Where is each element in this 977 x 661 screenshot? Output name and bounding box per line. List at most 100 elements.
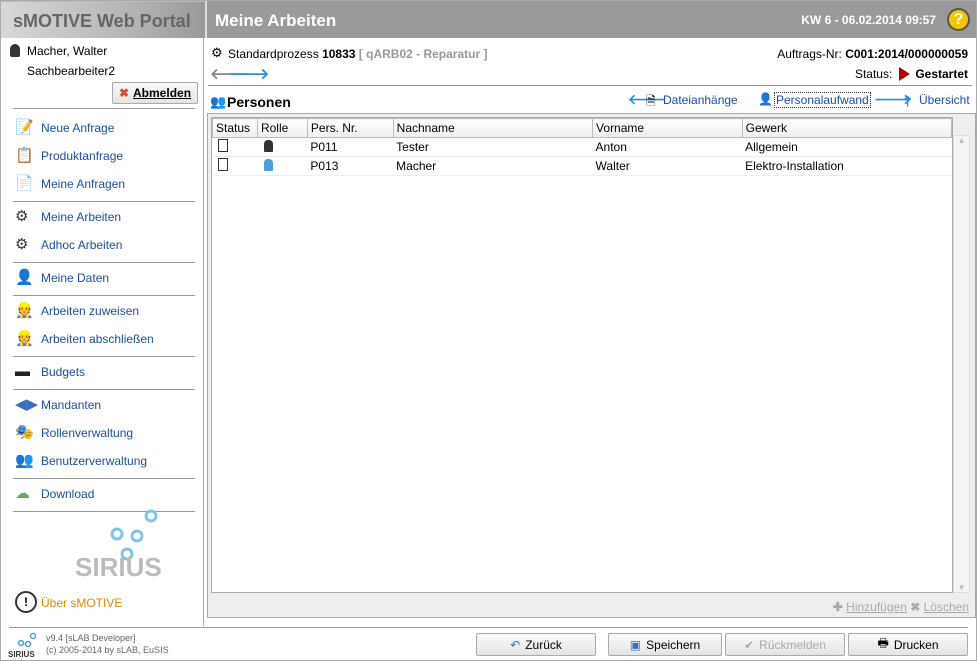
undo-icon: ↶ xyxy=(510,637,521,652)
sidebar-item-label: Download xyxy=(41,487,95,501)
cell: Anton xyxy=(592,137,743,157)
sidebar-item-adhoc-arbeiten[interactable]: ⚙ Adhoc Arbeiten xyxy=(15,233,122,257)
about-link[interactable]: Über sMOTIVE xyxy=(41,596,122,610)
main-content: ⚙ Standardprozess 10833 [ qARB02 - Repar… xyxy=(206,38,976,626)
column-header[interactable]: Status xyxy=(212,118,258,138)
user-icon xyxy=(10,44,20,57)
cell: P013 xyxy=(307,156,394,176)
column-header[interactable]: Vorname xyxy=(592,118,743,138)
check-icon: ✔ xyxy=(744,637,755,652)
status-value: Gestartet xyxy=(915,67,968,81)
clients-icon: ◀▶ xyxy=(15,396,39,413)
personnel-icon: 👤 xyxy=(758,92,773,106)
sidebar-item-label: Budgets xyxy=(41,365,86,379)
sirius-logo: SIRIUS xyxy=(75,509,162,580)
sidebar-item-label: Meine Arbeiten xyxy=(41,210,122,224)
sidebar-item-meine-daten[interactable]: 👤 Meine Daten xyxy=(15,266,109,290)
cell: Macher xyxy=(393,156,593,176)
datetime: KW 6 - 06.02.2014 09:57 xyxy=(801,13,936,27)
sidebar-item-benutzerverwaltung[interactable]: 👥 Benutzerverwaltung xyxy=(15,449,147,473)
sidebar-item-arbeiten-abschließen[interactable]: 👷 Arbeiten abschließen xyxy=(15,327,154,351)
column-header[interactable]: Nachname xyxy=(392,118,594,138)
sidebar-item-meine-anfragen[interactable]: 📄 Meine Anfragen xyxy=(15,172,125,196)
sidebar-item-label: Meine Anfragen xyxy=(41,177,126,191)
worker-role-icon xyxy=(264,158,274,171)
scrollbar[interactable]: ▲ ▼ xyxy=(953,135,970,593)
user-role: Sachbearbeiter2 xyxy=(27,64,116,78)
up-arrow-icon[interactable]: 🡑 xyxy=(904,91,911,115)
column-header[interactable]: Gewerk xyxy=(741,118,953,138)
help-icon[interactable]: ? xyxy=(947,8,970,31)
logout-button[interactable]: ✖ Abmelden xyxy=(112,82,198,104)
attachments-link[interactable]: Dateianhänge xyxy=(663,93,738,107)
cloud-download-icon: ☁ xyxy=(15,485,30,502)
close-icon: ✖ xyxy=(118,86,130,100)
print-button[interactable]: 🖶 Drucken xyxy=(848,633,968,656)
column-header[interactable]: Rolle xyxy=(256,118,308,138)
sidebar-item-neue-anfrage[interactable]: 📝 Neue Anfrage xyxy=(15,116,114,140)
table-panel: Status Rolle Pers. Nr. Nachname Vorname Gewer… xyxy=(207,113,976,618)
column-header[interactable]: Pers. Nr. xyxy=(306,118,394,138)
table-row[interactable]: P013 Macher Walter Elektro-Installation xyxy=(212,156,952,176)
table-row[interactable]: P011 Tester Anton Allgemein xyxy=(212,137,952,157)
masks-icon: 🎭 xyxy=(15,424,34,441)
sidebar-item-label: Arbeiten zuweisen xyxy=(41,304,140,318)
overview-link[interactable]: Übersicht xyxy=(919,93,970,107)
add-button[interactable]: ✚ Hinzufügen xyxy=(833,600,907,614)
floppy-icon: ▣ xyxy=(629,637,642,652)
svg-text:SIRIUS: SIRIUS xyxy=(8,650,35,659)
cell: Allgemein xyxy=(742,137,952,157)
sidebar-item-arbeiten-zuweisen[interactable]: 👷 Arbeiten zuweisen xyxy=(15,299,139,323)
sidebar-item-label: Meine Daten xyxy=(41,271,110,285)
sidebar-item-label: Mandanten xyxy=(41,398,102,412)
attachment-icon: 🗎 xyxy=(646,94,656,108)
cell: Tester xyxy=(393,137,593,157)
document-icon xyxy=(217,139,228,152)
sidebar: Macher, Walter Sachbearbeiter2 ✖ Abmelden… xyxy=(1,38,204,626)
forward-arrow-icon[interactable]: 🡒 xyxy=(229,64,269,83)
persons-table: Status Rolle Pers. Nr. Nachname Vorname Gewer… xyxy=(211,117,953,593)
table-actions: ✚ Hinzufügen ✖ Löschen xyxy=(833,600,969,614)
play-icon xyxy=(899,67,911,81)
page-title: Meine Arbeiten xyxy=(215,11,337,30)
user-name: Macher, Walter xyxy=(27,44,108,58)
report-button[interactable]: ✔ Rückmelden xyxy=(725,633,845,656)
order-number: Auftrags-Nr: C001:2014/000000059 xyxy=(777,47,968,61)
delete-button[interactable]: ✖ Löschen xyxy=(910,600,969,614)
document-icon xyxy=(217,158,228,171)
cell: Elektro-Installation xyxy=(742,156,952,176)
personnel-link[interactable]: Personalaufwand xyxy=(774,92,871,108)
sirius-small-logo: SIRIUS xyxy=(8,632,37,659)
cell: Walter xyxy=(592,156,743,176)
users-icon: 👥 xyxy=(15,452,34,469)
gear-icon: ⚙ xyxy=(211,45,223,60)
persons-icon: 👥 xyxy=(210,94,227,109)
page-header: Meine Arbeiten KW 6 - 06.02.2014 09:57 ? xyxy=(205,1,976,38)
sidebar-item-mandanten[interactable]: ◀▶ Mandanten xyxy=(15,393,101,417)
sidebar-item-rollenverwaltung[interactable]: 🎭 Rollenverwaltung xyxy=(15,421,133,445)
sidebar-item-label: Neue Anfrage xyxy=(41,121,115,135)
copyright: (c) 2005-2014 by sLAB, EuSIS xyxy=(46,645,169,655)
sidebar-item-label: Adhoc Arbeiten xyxy=(41,238,123,252)
printer-icon: 🖶 xyxy=(877,636,889,650)
back-button[interactable]: ↶ Zurück xyxy=(476,633,596,656)
sidebar-item-meine-arbeiten[interactable]: ⚙ Meine Arbeiten xyxy=(15,205,121,229)
status: Status: Gestartet xyxy=(854,67,968,81)
worker-complete-icon: 👷 xyxy=(15,330,34,347)
process-title: Standardprozess 10833 [ qARB02 - Reparat… xyxy=(228,47,488,61)
portal-title: sMOTIVE Web Portal xyxy=(13,11,191,31)
sidebar-item-label: Rollenverwaltung xyxy=(41,426,134,440)
sidebar-item-download[interactable]: ☁ Download xyxy=(15,482,94,506)
adhoc-gear-icon: ⚙ xyxy=(15,236,29,253)
cell: P011 xyxy=(307,137,394,157)
save-button[interactable]: ▣ Speichern xyxy=(608,633,722,656)
my-requests-icon: 📄 xyxy=(15,175,34,192)
version: v9.4 [sLAB Developer] xyxy=(46,633,136,643)
gears-icon: ⚙ xyxy=(15,208,29,225)
product-request-icon: 📋 xyxy=(15,147,34,164)
svg-text:SIRIUS: SIRIUS xyxy=(75,552,162,580)
new-request-icon: 📝 xyxy=(15,119,34,136)
sidebar-item-produktanfrage[interactable]: 📋 Produktanfrage xyxy=(15,144,123,168)
portal-header: sMOTIVE Web Portal xyxy=(1,1,205,38)
sidebar-item-budgets[interactable]: ▬ Budgets xyxy=(15,360,85,384)
